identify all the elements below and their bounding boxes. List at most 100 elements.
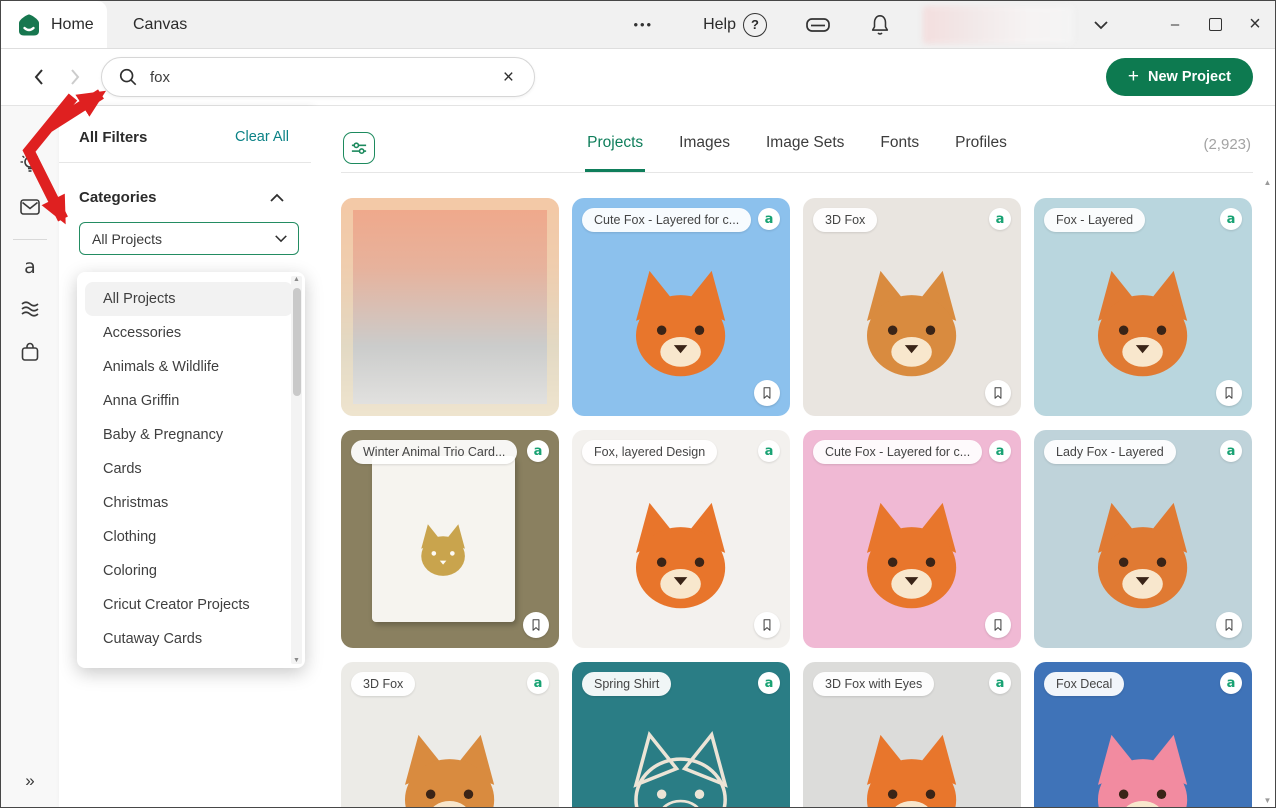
project-card[interactable]: Lady Fox - Layered a xyxy=(1034,430,1252,648)
project-card[interactable]: Spring Shirt a xyxy=(572,662,790,808)
scroll-up-icon[interactable]: ▲ xyxy=(1261,178,1274,187)
bookmark-button[interactable] xyxy=(754,380,780,406)
bookmark-icon xyxy=(1222,384,1236,402)
tab-home-label: Home xyxy=(51,16,94,34)
clear-search-button[interactable]: × xyxy=(497,67,520,88)
notifications-button[interactable] xyxy=(863,12,897,38)
category-option[interactable]: Animals & Wildlife xyxy=(85,350,293,384)
results-scrollbar[interactable]: ▲ ▼ xyxy=(1261,178,1274,805)
cricut-logo-icon xyxy=(17,13,41,37)
app-window: Home Canvas ••• Help ? xyxy=(0,0,1276,808)
question-mark-icon: ? xyxy=(743,13,767,37)
access-a-icon: a xyxy=(24,256,36,278)
category-option[interactable]: Clothing xyxy=(85,520,293,554)
project-card[interactable]: 3D Fox with Eyes a xyxy=(803,662,1021,808)
tab-profiles[interactable]: Profiles xyxy=(953,134,1009,172)
category-option[interactable]: Anna Griffin xyxy=(85,384,293,418)
shop-nav-button[interactable] xyxy=(16,338,44,366)
fox-graphic xyxy=(382,724,517,808)
category-select[interactable]: All Projects xyxy=(79,222,299,255)
project-title-badge: Spring Shirt xyxy=(582,672,671,696)
project-card[interactable]: Cute Fox - Layered for c... a xyxy=(803,430,1021,648)
rail-divider xyxy=(13,239,47,240)
account-name-blurred[interactable] xyxy=(923,6,1073,44)
help-button[interactable]: Help ? xyxy=(697,12,773,38)
search-input[interactable] xyxy=(148,68,497,87)
bookmark-icon xyxy=(529,616,543,634)
close-button[interactable]: × xyxy=(1235,1,1275,48)
category-option[interactable]: All Projects xyxy=(85,282,293,316)
scroll-down-icon[interactable]: ▼ xyxy=(291,657,302,664)
filters-title: All Filters xyxy=(79,129,147,146)
inspiration-nav-button[interactable] xyxy=(16,150,44,178)
collapse-categories-button[interactable] xyxy=(263,192,291,204)
machine-button[interactable] xyxy=(799,13,837,37)
tab-canvas[interactable]: Canvas xyxy=(133,16,187,34)
category-option[interactable]: Accessories xyxy=(85,316,293,350)
bookmark-button[interactable] xyxy=(523,612,549,638)
cricut-access-badge: a xyxy=(758,440,780,462)
project-grid: Cute Fox - Layered for c... a 3D Fox a F… xyxy=(341,198,1275,808)
fox-graphic xyxy=(844,492,979,616)
tab-images[interactable]: Images xyxy=(677,134,732,172)
inbox-nav-button[interactable] xyxy=(16,194,44,220)
help-label: Help xyxy=(703,16,736,34)
scroll-down-icon[interactable]: ▼ xyxy=(1261,796,1274,805)
cricut-access-badge: a xyxy=(989,672,1011,694)
expand-rail-button[interactable]: » xyxy=(23,769,36,793)
tab-home[interactable]: Home xyxy=(1,1,107,48)
bookmark-icon xyxy=(991,616,1005,634)
tab-fonts[interactable]: Fonts xyxy=(878,134,921,172)
project-card[interactable]: Fox, layered Design a xyxy=(572,430,790,648)
project-card[interactable]: Cute Fox - Layered for c... a xyxy=(572,198,790,416)
back-arrow-icon xyxy=(31,68,49,86)
minimize-button[interactable]: – xyxy=(1155,1,1195,48)
clear-all-filters-button[interactable]: Clear All xyxy=(229,128,295,146)
bookmark-button[interactable] xyxy=(1216,380,1242,406)
project-card[interactable]: 3D Fox a xyxy=(341,662,559,808)
scrollbar-thumb[interactable] xyxy=(293,288,301,396)
category-option[interactable]: Baby & Pregnancy xyxy=(85,418,293,452)
bookmark-button[interactable] xyxy=(754,612,780,638)
result-tabs: Projects Images Image Sets Fonts Profile… xyxy=(341,134,1253,172)
project-card[interactable] xyxy=(341,198,559,416)
project-title-badge: Cute Fox - Layered for c... xyxy=(813,440,982,464)
tab-image-sets[interactable]: Image Sets xyxy=(764,134,846,172)
fox-graphic xyxy=(613,492,748,616)
scroll-up-icon[interactable]: ▲ xyxy=(291,276,302,283)
new-project-button[interactable]: + New Project xyxy=(1106,58,1253,96)
project-title-badge: 3D Fox with Eyes xyxy=(813,672,934,696)
dropdown-scrollbar[interactable]: ▲ ▼ xyxy=(291,276,302,664)
cricut-access-badge: a xyxy=(989,440,1011,462)
fox-graphic xyxy=(410,519,476,580)
project-card[interactable]: Fox Decal a xyxy=(1034,662,1252,808)
more-menu-button[interactable]: ••• xyxy=(627,16,659,33)
cricut-access-badge: a xyxy=(1220,208,1242,230)
shopping-bag-icon xyxy=(18,340,42,364)
bookmark-button[interactable] xyxy=(985,380,1011,406)
expand-icon: » xyxy=(25,771,34,790)
cricut-access-badge: a xyxy=(527,672,549,694)
search-field[interactable]: × xyxy=(101,57,535,97)
category-option[interactable]: Cards xyxy=(85,452,293,486)
tab-projects[interactable]: Projects xyxy=(585,134,645,172)
bookmark-button[interactable] xyxy=(1216,612,1242,638)
bookmark-icon xyxy=(1222,616,1236,634)
account-menu-button[interactable] xyxy=(1087,19,1115,31)
project-title-badge: Lady Fox - Layered xyxy=(1044,440,1176,464)
cricut-access-nav-button[interactable]: a xyxy=(22,254,38,280)
category-option[interactable]: Christmas xyxy=(85,486,293,520)
maximize-button[interactable] xyxy=(1195,1,1235,48)
project-card[interactable]: 3D Fox a xyxy=(803,198,1021,416)
forward-button[interactable] xyxy=(65,68,83,86)
category-option[interactable]: Cricut Creator Projects xyxy=(85,588,293,622)
bookmark-button[interactable] xyxy=(985,612,1011,638)
category-option[interactable]: Coloring xyxy=(85,554,293,588)
materials-nav-button[interactable] xyxy=(16,296,44,322)
back-button[interactable] xyxy=(31,68,49,86)
project-card[interactable]: Fox - Layered a xyxy=(1034,198,1252,416)
category-option[interactable]: Cutaway Cards xyxy=(85,622,293,656)
project-card[interactable]: Winter Animal Trio Card... a xyxy=(341,430,559,648)
greeting-card-photo xyxy=(372,456,516,622)
fox-graphic xyxy=(1075,260,1210,384)
